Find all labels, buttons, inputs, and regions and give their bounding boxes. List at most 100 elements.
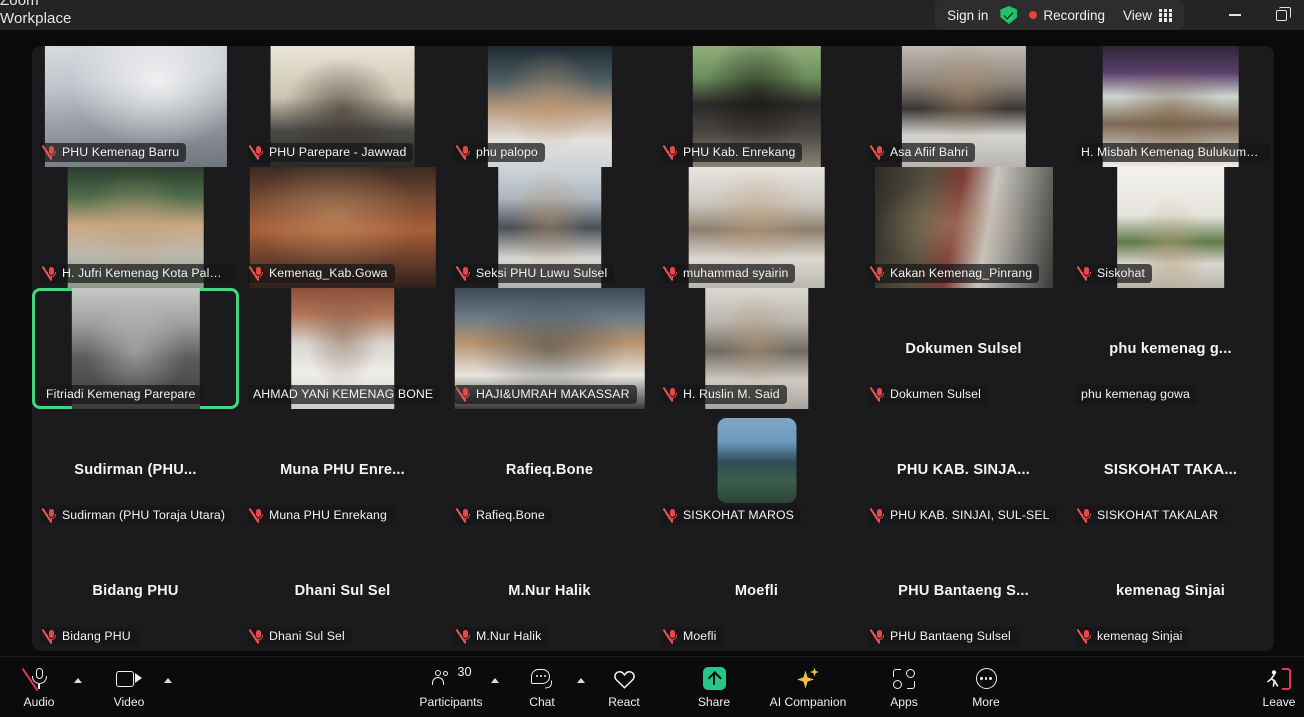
participant-name-badge: muhammad syairin — [661, 264, 795, 283]
share-screen-icon — [703, 666, 726, 692]
recording-label: Recording — [1043, 8, 1105, 23]
audio-button[interactable]: Audio — [6, 659, 72, 715]
participant-name-badge: kemenag Sinjai — [1075, 627, 1189, 646]
muted-microphone-icon — [874, 387, 885, 401]
participant-name: H. Misbah Kemenag Bulukumba. — [1081, 145, 1263, 159]
muted-microphone-icon — [1081, 266, 1092, 280]
participant-name-badge: Siskohat — [1075, 264, 1152, 283]
participant-tile[interactable]: PHU KAB. SINJA...PHU KAB. SINJAI, SUL-SE… — [860, 409, 1067, 530]
muted-microphone-icon — [460, 508, 471, 522]
avatar — [717, 418, 796, 503]
participant-tile[interactable]: PHU Bantaeng S...PHU Bantaeng Sulsel — [860, 530, 1067, 651]
participant-name: phu kemenag gowa — [1081, 387, 1190, 401]
participant-grid: PHU Kemenag BarruPHU Parepare - Jawwadph… — [32, 46, 1274, 651]
participant-tile[interactable]: SISKOHAT MAROS — [653, 409, 860, 530]
participant-display-name: Dhani Sul Sel — [245, 583, 440, 599]
more-button[interactable]: More — [953, 659, 1019, 715]
participant-tile[interactable]: phu palopo — [446, 46, 653, 167]
participant-name: PHU Bantaeng Sulsel — [890, 629, 1011, 643]
participant-name-badge: HAJI&UMRAH MAKASSAR — [454, 385, 637, 404]
video-gallery: PHU Kemenag BarruPHU Parepare - Jawwadph… — [32, 46, 1274, 651]
participant-tile[interactable]: Dhani Sul SelDhani Sul Sel — [239, 530, 446, 651]
recording-indicator[interactable]: Recording — [1029, 8, 1105, 23]
muted-microphone-icon — [874, 266, 885, 280]
participant-tile[interactable]: PHU Kemenag Barru — [32, 46, 239, 167]
participant-name-badge: phu kemenag gowa — [1075, 385, 1197, 404]
participant-tile[interactable]: Siskohat — [1067, 167, 1274, 288]
audio-options-caret-icon[interactable] — [74, 678, 82, 683]
view-label: View — [1123, 8, 1152, 23]
minimize-button[interactable] — [1212, 0, 1258, 30]
participant-tile[interactable]: Kakan Kemenag_Pinrang — [860, 167, 1067, 288]
participant-tile[interactable]: H. Jufri Kemenag Kota Palopo — [32, 167, 239, 288]
participants-count: 30 — [457, 664, 471, 679]
participant-name-badge: M.Nur Halik — [454, 627, 548, 646]
participant-tile[interactable]: H. Misbah Kemenag Bulukumba. — [1067, 46, 1274, 167]
participant-name: Siskohat — [1097, 266, 1145, 280]
maximize-button[interactable] — [1258, 0, 1304, 30]
participants-options-caret-icon[interactable] — [491, 678, 499, 683]
chat-options-caret-icon[interactable] — [577, 678, 585, 683]
participant-display-name: Moefli — [659, 583, 854, 599]
participant-tile[interactable]: M.Nur HalikM.Nur Halik — [446, 530, 653, 651]
participant-name-badge: PHU KAB. SINJAI, SUL-SEL — [868, 506, 1057, 525]
more-label: More — [972, 695, 1000, 709]
participant-tile[interactable]: Dokumen SulselDokumen Sulsel — [860, 288, 1067, 409]
participant-display-name: Bidang PHU — [38, 583, 233, 599]
apps-label: Apps — [890, 695, 918, 709]
participant-tile[interactable]: SISKOHAT TAKA...SISKOHAT TAKALAR — [1067, 409, 1274, 530]
muted-microphone-icon — [460, 145, 471, 159]
ai-companion-button[interactable]: AI Companion — [759, 659, 857, 715]
participant-tile[interactable]: AHMAD YANi KEMENAG BONE — [239, 288, 446, 409]
participant-tile[interactable]: H. Ruslin M. Said — [653, 288, 860, 409]
react-button[interactable]: React — [591, 659, 657, 715]
participant-name-badge: Kakan Kemenag_Pinrang — [868, 264, 1039, 283]
participant-name-badge: Rafieq.Bone — [454, 506, 552, 525]
participant-tile[interactable]: muhammad syairin — [653, 167, 860, 288]
apps-button[interactable]: Apps — [871, 659, 937, 715]
participant-tile[interactable]: Rafieq.BoneRafieq.Bone — [446, 409, 653, 530]
leave-button[interactable]: Leave — [1246, 659, 1304, 715]
participant-tile[interactable]: Sudirman (PHU...Sudirman (PHU Toraja Uta… — [32, 409, 239, 530]
participant-name: PHU Kemenag Barru — [62, 145, 179, 159]
participant-name: SISKOHAT TAKALAR — [1097, 508, 1218, 522]
muted-microphone-icon — [667, 266, 678, 280]
participant-name: AHMAD YANi KEMENAG BONE — [253, 387, 433, 401]
participant-name-badge: H. Ruslin M. Said — [661, 385, 787, 404]
participant-tile[interactable]: PHU Parepare - Jawwad — [239, 46, 446, 167]
participant-tile[interactable]: phu kemenag g... phu kemenag gowa — [1067, 288, 1274, 409]
shield-check-icon[interactable] — [1000, 6, 1017, 24]
participant-tile[interactable]: Kemenag_Kab.Gowa — [239, 167, 446, 288]
view-button[interactable]: View — [1123, 8, 1172, 23]
participant-tile[interactable]: Asa Afiif Bahri — [860, 46, 1067, 167]
participant-display-name: phu kemenag g... — [1073, 341, 1268, 357]
chat-button[interactable]: Chat — [509, 659, 575, 715]
muted-microphone-icon — [667, 145, 678, 159]
participant-tile[interactable]: HAJI&UMRAH MAKASSAR — [446, 288, 653, 409]
participant-tile[interactable]: PHU Kab. Enrekang — [653, 46, 860, 167]
participant-name: H. Jufri Kemenag Kota Palopo — [62, 266, 228, 280]
participant-name-badge: Moefli — [661, 627, 723, 646]
participant-name-badge: Bidang PHU — [40, 627, 138, 646]
title-bar-controls: Sign in Recording View — [935, 0, 1184, 30]
participant-name: PHU Kab. Enrekang — [683, 145, 795, 159]
muted-microphone-icon — [253, 266, 264, 280]
audio-label: Audio — [24, 695, 55, 709]
participant-tile[interactable]: kemenag Sinjaikemenag Sinjai — [1067, 530, 1274, 651]
restore-icon — [1276, 10, 1287, 21]
participant-tile[interactable]: Moefli Moefli — [653, 530, 860, 651]
muted-microphone-icon — [253, 508, 264, 522]
participant-tile[interactable]: Fitriadi Kemenag Parepare — [32, 288, 239, 409]
sign-in-button[interactable]: Sign in — [947, 8, 988, 23]
participant-tile[interactable]: Muna PHU Enre...Muna PHU Enrekang — [239, 409, 446, 530]
heart-icon — [613, 666, 636, 692]
participant-name-badge: SISKOHAT TAKALAR — [1075, 506, 1225, 525]
participant-tile[interactable]: Bidang PHU Bidang PHU — [32, 530, 239, 651]
video-options-caret-icon[interactable] — [164, 678, 172, 683]
video-button[interactable]: Video — [96, 659, 162, 715]
grid-icon — [1159, 9, 1172, 22]
participant-name: H. Ruslin M. Said — [683, 387, 780, 401]
participant-tile[interactable]: Seksi PHU Luwu Sulsel — [446, 167, 653, 288]
share-button[interactable]: Share — [681, 659, 747, 715]
participants-button[interactable]: 30 Participants — [413, 659, 489, 715]
